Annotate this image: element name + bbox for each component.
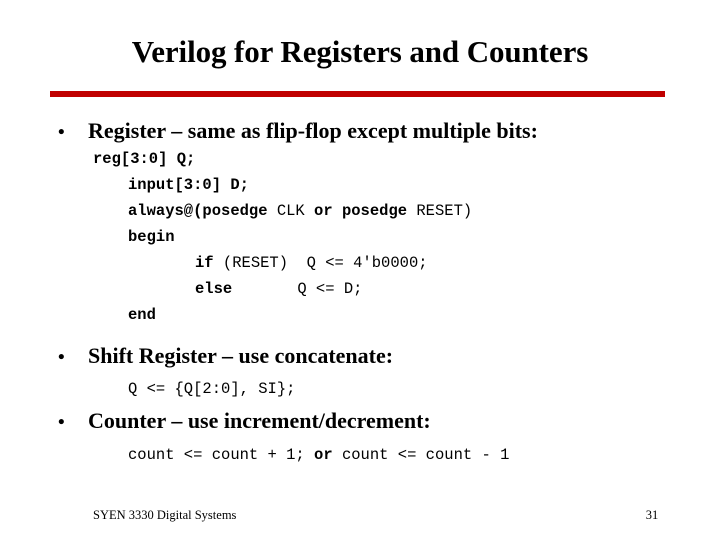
code-line-shift-concat: Q <= {Q[2:0], SI}; (128, 380, 295, 398)
bullet-item-register: • Register – same as flip-flop except mul… (58, 118, 698, 146)
code-counter-increment: count <= count + 1; (128, 446, 305, 464)
code-line-reg-declaration: reg[3:0] Q; (93, 150, 195, 168)
code-line-begin: begin (128, 228, 175, 246)
code-keyword-input: input[3:0] (128, 176, 222, 194)
bullet-marker-icon: • (58, 412, 65, 433)
footer-course-label: SYEN 3330 Digital Systems (93, 508, 237, 522)
page-title: Verilog for Registers and Counters (131, 34, 589, 69)
code-keyword-if: if (195, 254, 214, 272)
code-if-body: (RESET) Q <= 4'b0000; (213, 254, 428, 272)
code-signal-reset: RESET) (407, 202, 473, 220)
code-else-body: Q <= D; (232, 280, 363, 298)
code-signal-clk: CLK (267, 202, 315, 220)
code-keyword-or: or (304, 446, 342, 464)
bullet-label-counter: Counter – use increment/decrement: (88, 408, 431, 433)
code-line-else: else Q <= D; (195, 280, 362, 298)
code-keyword-begin: begin (128, 228, 175, 246)
code-line-if-reset: if (RESET) Q <= 4'b0000; (195, 254, 428, 272)
bullet-item-shift-register: • Shift Register – use concatenate: (58, 343, 698, 371)
code-line-always-block: always@(posedge CLK or posedge RESET) (128, 202, 472, 220)
title-divider (50, 91, 665, 97)
code-keyword-reg: reg[3:0] (93, 150, 168, 168)
bullet-marker-icon: • (58, 347, 65, 368)
footer-page-number: 31 (645, 508, 659, 522)
code-rest-input: D; (221, 176, 249, 194)
code-keyword-else: else (195, 280, 233, 298)
bullet-label-register: Register – same as flip-flop except mult… (88, 118, 538, 143)
bullet-item-counter: • Counter – use increment/decrement: (58, 408, 698, 436)
slide-body: • Register – same as flip-flop except mul… (0, 118, 720, 488)
bullet-marker-icon: • (58, 122, 65, 143)
code-rest-reg: Q; (167, 150, 196, 168)
code-line-input-declaration: input[3:0] D; (128, 176, 249, 194)
bullet-label-shift-register: Shift Register – use concatenate: (88, 343, 394, 368)
code-counter-decrement: count <= count - 1 (341, 446, 510, 464)
code-line-end: end (128, 306, 156, 324)
code-keyword-always: always@(posedge (128, 202, 268, 220)
code-keyword-or-posedge: or posedge (314, 202, 408, 220)
code-line-counter: count <= count + 1; or count <= count - … (128, 446, 509, 464)
code-shift-text: Q <= {Q[2:0], SI}; (128, 380, 296, 398)
code-keyword-end: end (128, 306, 156, 324)
